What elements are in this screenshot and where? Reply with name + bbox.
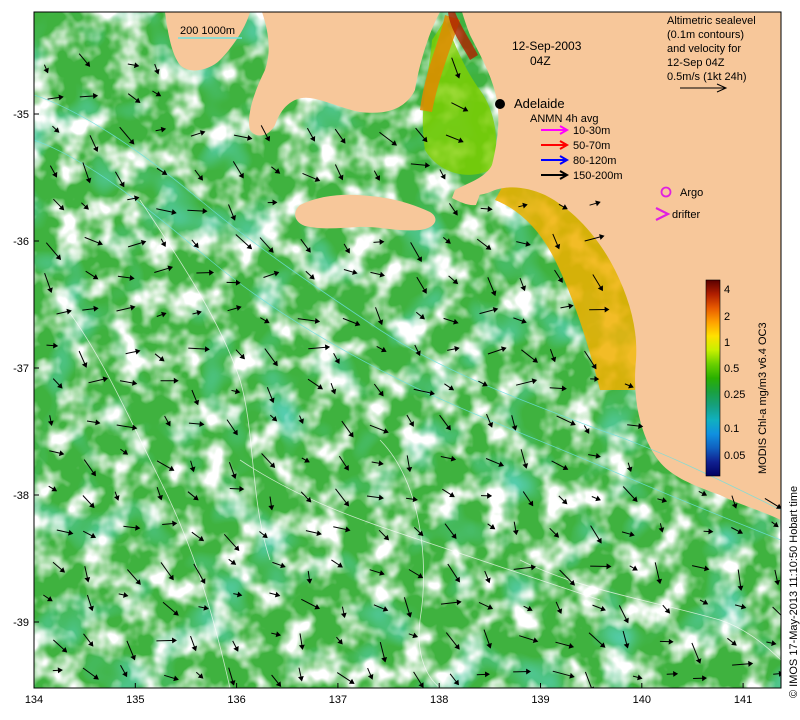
x-tick-label: 136 [227, 694, 245, 706]
colorbar-tick: 0.5 [724, 363, 739, 375]
colorbar-tick: 2 [724, 311, 730, 323]
colorbar-tick: 1 [724, 337, 730, 349]
colorbar-tick: 0.1 [724, 423, 739, 435]
anmn-label: 10-30m [573, 125, 610, 137]
x-tick-label: 139 [531, 694, 549, 706]
drifter-label: drifter [672, 209, 700, 221]
adelaide-marker [495, 99, 505, 109]
x-tick-label: 135 [126, 694, 144, 706]
colorbar-tick: 0.05 [724, 450, 745, 462]
altimetry-line: (0.1m contours) [667, 29, 744, 41]
y-tick-label: -36 [13, 236, 29, 248]
x-tick-label: 137 [329, 694, 347, 706]
altimetry-line: Altimetric sealevel [667, 15, 756, 27]
altimetry-line: 0.5m/s (1kt 24h) [667, 71, 746, 83]
city-label: Adelaide [514, 96, 565, 111]
altimetry-line: and velocity for [667, 43, 741, 55]
y-tick-label: -35 [13, 109, 29, 121]
chlorophyll-map: 200 1000m 12-Sep-2003 04Z Adelaide Altim… [13, 11, 800, 706]
scale-label: 200 1000m [180, 25, 235, 37]
x-tick-label: 138 [430, 694, 448, 706]
credit-text: © IMOS 17-May-2013 11:10:50 Hobart time [788, 486, 800, 698]
colorbar-title: MODIS Chl-a mg/m3 v6.4 OC3 [757, 322, 769, 474]
colorbar-tick: 0.25 [724, 389, 745, 401]
x-tick-label: 141 [734, 694, 752, 706]
anmn-label: 50-70m [573, 140, 610, 152]
x-tick-label: 134 [25, 694, 43, 706]
anmn-label: 80-120m [573, 155, 616, 167]
y-tick-label: -37 [13, 363, 29, 375]
colorbar-tick: 4 [724, 284, 730, 296]
argo-label: Argo [680, 187, 703, 199]
altimetry-line: 12-Sep 04Z [667, 57, 725, 69]
x-tick-label: 140 [633, 694, 651, 706]
velocity-arrowhead [780, 617, 781, 619]
map-time: 04Z [530, 54, 551, 68]
colorbar-gradient [705, 279, 721, 477]
map-area [34, 12, 781, 688]
y-tick-label: -38 [13, 490, 29, 502]
y-tick-label: -39 [13, 617, 29, 629]
anmn-title: ANMN 4h avg [530, 113, 598, 125]
map-date: 12-Sep-2003 [512, 39, 582, 53]
anmn-label: 150-200m [573, 170, 623, 182]
